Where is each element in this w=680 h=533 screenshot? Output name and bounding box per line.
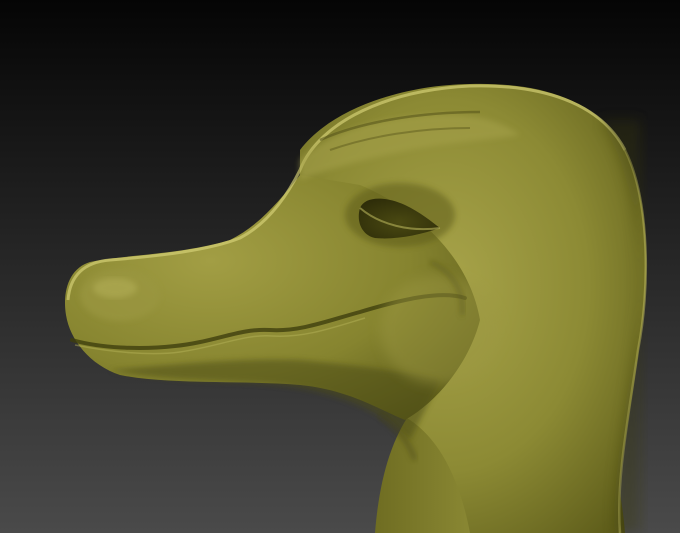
nostril-highlight	[93, 278, 137, 298]
sculpt-viewport[interactable]	[0, 0, 680, 533]
cheek-bulge	[380, 275, 500, 385]
sculpt-render	[0, 0, 680, 533]
